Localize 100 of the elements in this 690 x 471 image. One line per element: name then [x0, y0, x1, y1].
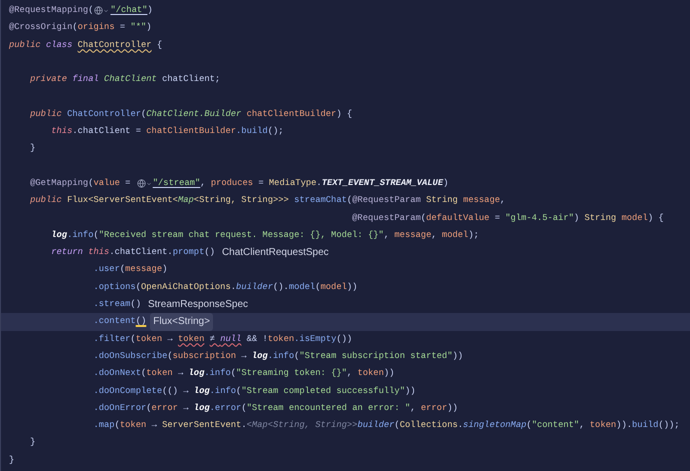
string-literal: "glm-4.5-air" — [505, 212, 574, 225]
keyword-text: class — [46, 38, 74, 52]
code-text: . — [230, 280, 236, 294]
code-text: ( — [72, 21, 78, 34]
identifier-text: token — [357, 367, 384, 380]
method-name: .map — [93, 419, 115, 432]
annotation-text: @GetMapping — [30, 176, 88, 190]
method-name: singletonMap — [463, 419, 526, 432]
method-name: .info — [210, 384, 236, 398]
method-name: .stream — [93, 298, 130, 312]
keyword-text: public — [9, 38, 41, 52]
code-text: ( — [88, 4, 94, 17]
method-name: .doOnSubscribe — [93, 350, 168, 363]
string-literal: "content" — [532, 419, 580, 432]
keyword-text: final — [72, 73, 100, 86]
method-name: .build — [236, 125, 268, 138]
code-text: ( — [140, 367, 146, 380]
code-text: ( — [526, 419, 532, 432]
identifier-text: log — [194, 384, 210, 398]
identifier-text: defaultValue — [426, 212, 490, 225]
code-text: ( — [420, 212, 426, 225]
code-text: ( — [294, 350, 300, 363]
code-text: () — [204, 246, 215, 260]
string-literal: "Stream completed successfully" — [241, 384, 405, 398]
code-text: = — [120, 21, 126, 34]
code-text: chatClient; — [162, 73, 220, 86]
globe-chevron-icon[interactable] — [136, 179, 152, 188]
code-text: ( — [114, 419, 120, 432]
code-text: → — [152, 419, 158, 432]
code-text: → — [167, 332, 174, 346]
inlay-hint: ChatClientRequestSpec — [220, 246, 330, 260]
code-text: ) — [146, 21, 152, 34]
keyword-text: public — [30, 108, 62, 121]
method-name: prompt — [172, 246, 204, 260]
url-link[interactable]: "/stream" — [152, 174, 200, 192]
inlay-hint: StreamResponseSpec — [146, 298, 250, 312]
code-text: ) — [574, 212, 580, 225]
annotation-text: @RequestMapping — [9, 4, 88, 17]
identifier-text: token — [268, 332, 294, 346]
method-name: .doOnNext — [93, 367, 141, 380]
type-argument: <Map<String, String>> — [246, 419, 358, 432]
code-text: ) — [162, 263, 168, 276]
identifier-text: log — [51, 228, 68, 242]
identifier-text: model — [442, 228, 468, 242]
identifier-text: model — [621, 212, 648, 225]
code-text: ( — [130, 332, 136, 346]
code-text: → — [183, 402, 190, 415]
code-text: , — [431, 228, 438, 242]
method-name: .info — [268, 350, 294, 363]
code-text: → — [241, 350, 248, 363]
type-name: ChatClient — [104, 73, 157, 86]
identifier-text: log — [188, 367, 204, 380]
type-name: ChatController — [78, 38, 152, 52]
code-text: ( — [136, 280, 141, 294]
type-name: OpenAiChatOptions — [140, 280, 231, 294]
identifier-text: chatClientBuilder — [246, 108, 336, 121]
type-name: MediaType — [268, 176, 316, 190]
code-text: } — [9, 454, 14, 467]
url-link[interactable]: "/chat" — [110, 2, 148, 20]
code-text: ()); — [658, 419, 680, 432]
method-name: build — [632, 419, 658, 432]
keyword-text: this — [51, 125, 72, 138]
code-text: (); — [268, 125, 284, 138]
method-name: .info — [67, 228, 94, 242]
code-text: ( — [230, 367, 236, 380]
code-text: ( — [88, 176, 94, 190]
code-text: , — [200, 176, 207, 190]
code-text: ( — [241, 402, 247, 415]
method-name: .user — [93, 263, 120, 276]
code-text: )) — [447, 402, 458, 415]
type-name: Flux<ServerSentEvent< — [67, 194, 178, 208]
string-literal: "Stream subscription started" — [299, 350, 452, 363]
code-text: )) — [384, 367, 394, 380]
identifier-text: error — [152, 402, 178, 415]
code-text: ()) — [336, 332, 352, 346]
code-text: { — [156, 38, 162, 52]
constant-name: TEXT_EVENT_STREAM_VALUE — [322, 176, 444, 190]
code-text: } — [30, 142, 36, 156]
keyword-text: public — [30, 194, 62, 208]
code-text: . — [458, 419, 464, 432]
identifier-text: produces — [210, 176, 254, 190]
matched-braces: () — [136, 315, 146, 328]
code-text: ) { — [336, 108, 352, 121]
code-text: ) — [443, 176, 448, 190]
code-text: , — [410, 402, 417, 415]
keyword-text: null — [220, 332, 242, 346]
type-name: ChatClient.Builder — [146, 108, 242, 121]
method-name: builder — [357, 419, 394, 432]
identifier-text: subscription — [172, 350, 236, 363]
method-name: builder — [236, 280, 273, 294]
code-text: → — [178, 367, 184, 380]
code-text: ( — [146, 402, 152, 415]
annotation-text: @RequestParam — [352, 194, 421, 208]
code-text: ( — [315, 280, 320, 294]
globe-chevron-icon[interactable] — [94, 6, 110, 16]
identifier-text: log — [194, 402, 210, 415]
code-text: = — [494, 212, 501, 225]
string-literal: "Received stream chat request. Message: {}, Model: {}" — [98, 228, 384, 242]
method-name: .error — [210, 402, 242, 415]
code-text: )). — [616, 419, 632, 432]
